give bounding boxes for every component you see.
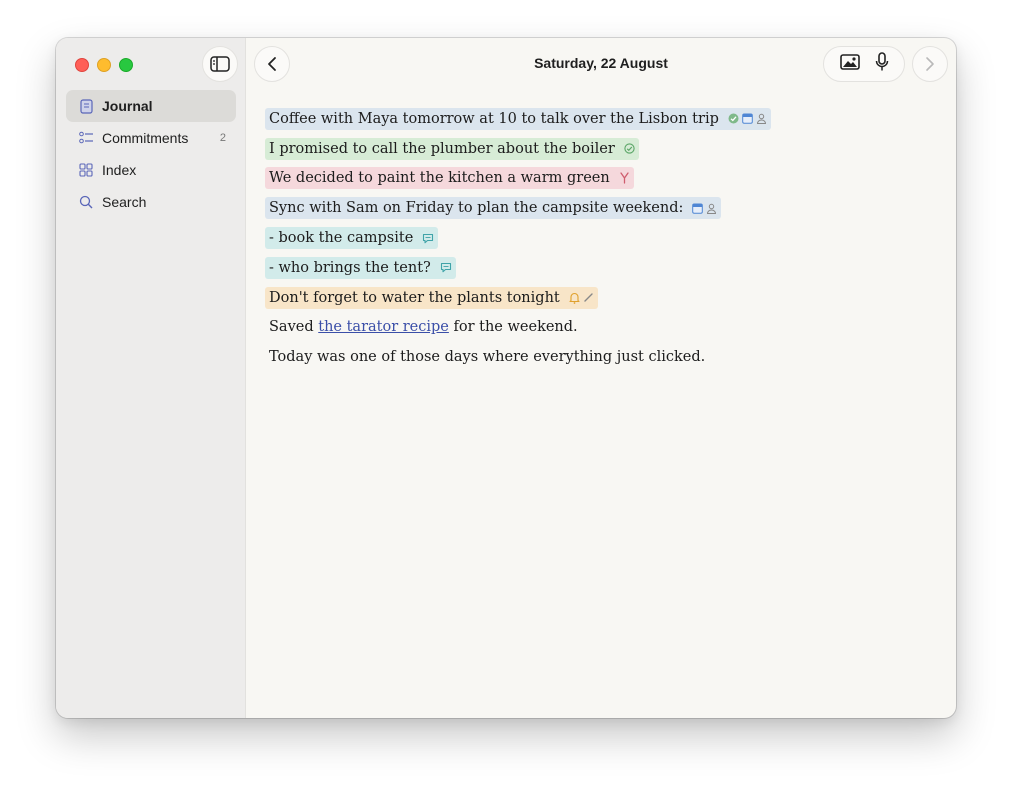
entry-text: I promised to call the plumber about the… [269, 140, 615, 157]
sidebar-item-label: Commitments [102, 130, 189, 146]
list-item: Today was one of those days where everyt… [265, 342, 936, 372]
bell-icon [569, 292, 580, 304]
person-icon [756, 114, 766, 125]
sidebar: Journal Commitments 2 Index Search [56, 38, 246, 718]
entry-tags [422, 233, 434, 244]
sidebar-item-label: Index [102, 162, 137, 178]
photo-icon [839, 53, 860, 70]
entry-decision[interactable]: We decided to paint the kitchen a warm g… [265, 167, 634, 190]
check-circle-outline-icon [624, 143, 635, 154]
pencil-icon[interactable] [583, 292, 594, 303]
grid-icon [78, 162, 94, 178]
sidebar-toggle-icon [210, 56, 230, 72]
entry-reminder[interactable]: Don't forget to water the plants tonight [265, 286, 598, 309]
list-item: - book the campsite [265, 223, 936, 253]
entry-text: Coffee with Maya tomorrow at 10 to talk … [269, 110, 719, 127]
decision-fork-icon [620, 172, 629, 185]
comment-icon [423, 233, 434, 243]
sidebar-item-search[interactable]: Search [66, 186, 236, 218]
list-item: Don't forget to water the plants tonight [265, 283, 936, 313]
list-item: Saved the tarator recipe for the weekend… [265, 313, 936, 343]
sidebar-item-journal[interactable]: Journal [66, 90, 236, 122]
close-window-button[interactable] [75, 58, 89, 72]
entry-tags [619, 172, 630, 185]
entry-text: We decided to paint the kitchen a warm g… [269, 170, 610, 187]
recipe-link[interactable]: the tarator recipe [318, 319, 449, 335]
list-item: Coffee with Maya tomorrow at 10 to talk … [265, 104, 936, 134]
entry-tags [440, 262, 452, 273]
commitments-count-badge: 2 [219, 132, 226, 144]
entry-event[interactable]: Coffee with Maya tomorrow at 10 to talk … [265, 107, 771, 130]
entry-tags [728, 113, 767, 125]
entry-note[interactable]: - book the campsite [265, 227, 439, 250]
app-window: Journal Commitments 2 Index Search Satur… [56, 38, 956, 718]
zoom-window-button[interactable] [119, 58, 133, 72]
journal-content[interactable]: Coffee with Maya tomorrow at 10 to talk … [265, 104, 936, 372]
chevron-right-icon [926, 57, 934, 71]
sidebar-toggle-button[interactable] [202, 46, 238, 82]
window-controls [75, 58, 133, 72]
sidebar-item-label: Search [102, 194, 147, 210]
sidebar-item-index[interactable]: Index [66, 154, 236, 186]
search-icon [78, 194, 94, 210]
entry-text: - who brings the tent? [269, 259, 431, 276]
microphone-icon [875, 51, 888, 70]
list-item: We decided to paint the kitchen a warm g… [265, 164, 936, 194]
list-item: Sync with Sam on Friday to plan the camp… [265, 193, 936, 223]
entry-tags [624, 143, 635, 154]
entry-text: Sync with Sam on Friday to plan the camp… [269, 200, 684, 217]
entry-tags [692, 203, 717, 214]
entry-note[interactable]: - who brings the tent? [265, 256, 456, 279]
entry-commitment[interactable]: I promised to call the plumber about the… [265, 137, 639, 160]
person-icon [707, 203, 717, 214]
saved-suffix: for the weekend. [448, 319, 578, 336]
saved-prefix: Saved [269, 319, 319, 336]
entry-text: - book the campsite [269, 230, 414, 247]
sidebar-item-commitments[interactable]: Commitments 2 [66, 122, 236, 154]
minimize-window-button[interactable] [97, 58, 111, 72]
entry-event[interactable]: Sync with Sam on Friday to plan the camp… [265, 197, 722, 220]
commitments-icon [78, 130, 94, 146]
entry-text: Don't forget to water the plants tonight [269, 289, 560, 306]
forward-button[interactable] [912, 46, 948, 82]
list-item: I promised to call the plumber about the… [265, 134, 936, 164]
comment-icon [440, 263, 451, 273]
calendar-icon [692, 203, 704, 214]
record-audio-button[interactable] [875, 51, 889, 77]
insert-image-button[interactable] [839, 53, 860, 75]
list-item: - who brings the tent? [265, 253, 936, 283]
entry-tags [569, 292, 594, 304]
entry-closing: Today was one of those days where everyt… [269, 349, 706, 366]
sidebar-item-label: Journal [102, 98, 153, 114]
entry-saved: Saved the tarator recipe for the weekend… [265, 317, 582, 337]
check-circle-icon [728, 113, 739, 124]
calendar-icon [742, 113, 753, 125]
media-toolbar [823, 46, 905, 82]
sidebar-nav: Journal Commitments 2 Index Search [66, 90, 236, 218]
journal-icon [78, 98, 94, 114]
